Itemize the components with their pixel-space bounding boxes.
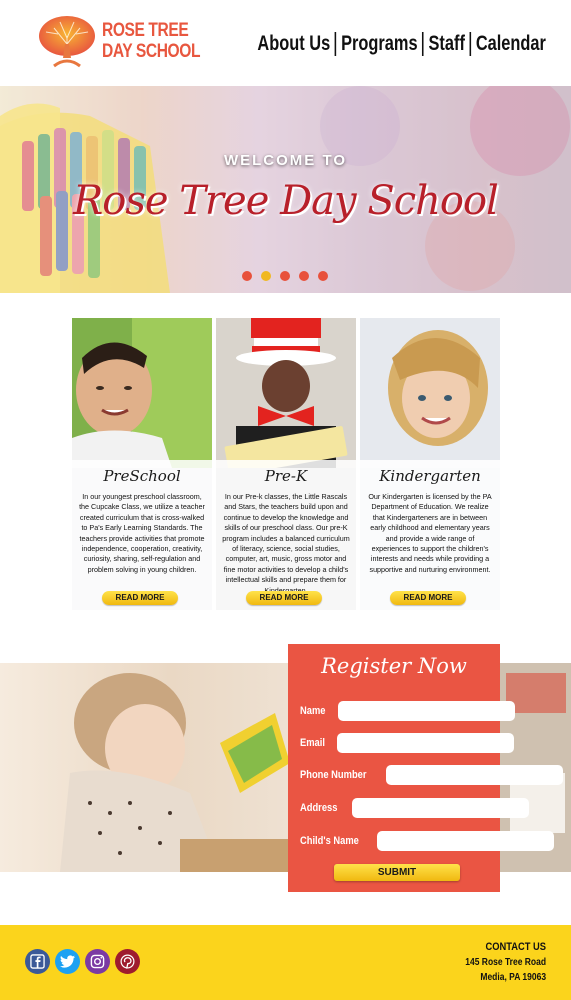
contact-heading: CONTACT US: [485, 941, 546, 953]
child-name-field[interactable]: [377, 830, 555, 851]
nav-divider: [334, 32, 337, 56]
register-form: Register Now Name Email Phone Number Add…: [288, 644, 564, 892]
carousel-dot-4[interactable]: [299, 271, 309, 281]
address-label: Address: [300, 801, 338, 814]
carousel-dot-3[interactable]: [280, 271, 290, 281]
carousel-dots: [242, 271, 328, 281]
read-more-button[interactable]: READ MORE: [390, 591, 466, 605]
site-footer: CONTACT US 145 Rose Tree Road Media, PA …: [0, 925, 571, 1000]
carousel-dot-1[interactable]: [242, 271, 252, 281]
card-title: Kindergarten: [379, 467, 481, 485]
program-card-pre-k: Pre-K In our Pre-k classes, the Little R…: [216, 318, 356, 610]
address-field[interactable]: [352, 797, 530, 818]
card-title: Pre-K: [264, 467, 308, 485]
register-title: Register Now: [321, 654, 467, 678]
nav-divider: [469, 32, 472, 56]
read-more-button[interactable]: READ MORE: [102, 591, 178, 605]
phone-row: Phone Number: [300, 764, 564, 785]
hero-banner: WELCOME TO Rose Tree Day School: [0, 86, 571, 293]
twitter-icon[interactable]: [55, 949, 80, 974]
read-more-button[interactable]: READ MORE: [246, 591, 322, 605]
pinterest-icon[interactable]: [115, 949, 140, 974]
school-name-line2: DAY SCHOOL: [102, 41, 201, 62]
address-row: Address: [300, 797, 530, 818]
carousel-dot-2[interactable]: [261, 271, 271, 281]
name-row: Name: [300, 700, 515, 721]
card-description: In our youngest preschool classroom, the…: [79, 492, 205, 574]
main-nav: About Us Programs Staff Calendar: [257, 32, 546, 56]
child-name-row: Child's Name: [300, 830, 555, 851]
school-name: ROSE TREE DAY SCHOOL: [102, 20, 200, 62]
address-line-2: Media, PA 19063: [480, 972, 546, 983]
contact-info: CONTACT US 145 Rose Tree Road Media, PA …: [465, 939, 546, 985]
site-header: ROSE TREE DAY SCHOOL About Us Programs S…: [0, 0, 571, 86]
nav-about-us[interactable]: About Us: [257, 32, 330, 56]
nav-calendar[interactable]: Calendar: [476, 32, 546, 56]
phone-label: Phone Number: [300, 768, 367, 781]
submit-button[interactable]: SUBMIT: [334, 864, 460, 881]
phone-field[interactable]: [386, 764, 564, 785]
school-logo[interactable]: ROSE TREE DAY SCHOOL: [36, 14, 200, 70]
card-description: In our Pre-k classes, the Little Rascals…: [222, 492, 350, 595]
email-field[interactable]: [337, 732, 515, 753]
name-label: Name: [300, 704, 326, 717]
address-line-1: 145 Rose Tree Road: [465, 957, 546, 968]
nav-divider: [422, 32, 424, 56]
instagram-icon[interactable]: [85, 949, 110, 974]
tree-logo-icon: [39, 16, 95, 68]
hero-title: Rose Tree Day School: [73, 178, 499, 224]
hero-welcome-text: WELCOME TO: [223, 152, 348, 169]
school-name-line1: ROSE TREE: [102, 20, 189, 41]
email-row: Email: [300, 732, 515, 753]
child-name-label: Child's Name: [300, 834, 359, 847]
card-description: Our Kindergarten is licensed by the PA D…: [368, 492, 492, 574]
program-card-preschool: PreSchool In our youngest preschool clas…: [72, 318, 212, 610]
email-label: Email: [300, 736, 325, 749]
name-field[interactable]: [337, 700, 515, 721]
facebook-icon[interactable]: [25, 949, 50, 974]
carousel-dot-5[interactable]: [318, 271, 328, 281]
program-card-kindergarten: Kindergarten Our Kindergarten is license…: [360, 318, 500, 610]
card-title: PreSchool: [103, 467, 181, 485]
social-links: [25, 949, 140, 974]
nav-programs[interactable]: Programs: [341, 32, 417, 56]
nav-staff[interactable]: Staff: [429, 32, 465, 56]
